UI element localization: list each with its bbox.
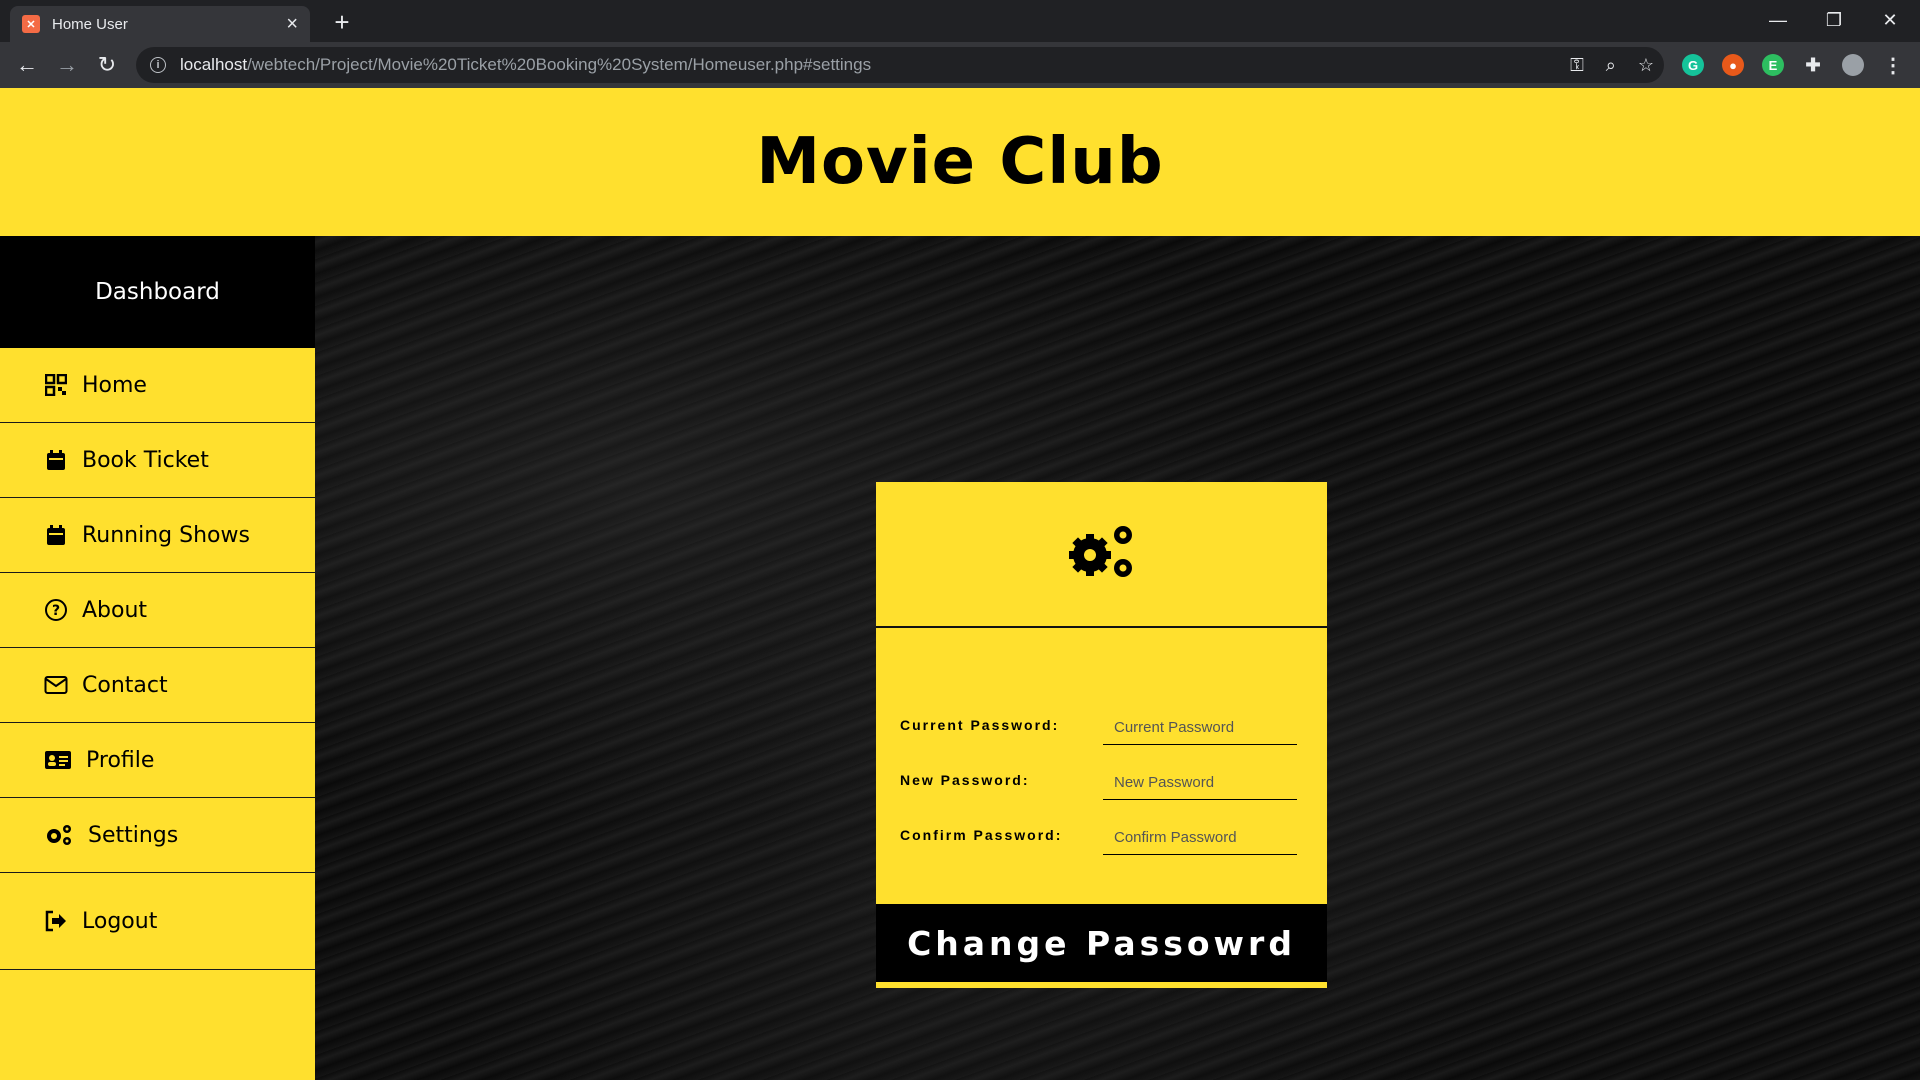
sidebar-item-label: About [82, 597, 148, 623]
current-password-row: Current Password: [900, 690, 1299, 745]
reload-icon[interactable]: ↻ [92, 50, 122, 80]
puzzle-icon[interactable]: ✚ [1802, 54, 1824, 76]
url-path: /webtech/Project/Movie%20Ticket%20Bookin… [247, 55, 872, 74]
sidebar-item-label: Book Ticket [82, 447, 209, 473]
new-tab-icon[interactable]: + [326, 6, 358, 38]
settings-card-header [876, 482, 1327, 628]
browser-tab[interactable]: ✕ Home User × [10, 6, 310, 42]
page: Movie Club Dashboard Home Book Ticket Ru… [0, 88, 1920, 1080]
calendar-icon [44, 448, 68, 472]
extension-fire-icon[interactable]: ● [1722, 54, 1744, 76]
restore-icon[interactable]: ❐ [1806, 0, 1862, 40]
info-icon[interactable]: i [150, 57, 166, 73]
sidebar-item-about[interactable]: ? About [0, 573, 315, 648]
id-card-icon [44, 748, 72, 772]
current-password-input[interactable] [1103, 711, 1297, 745]
close-window-icon[interactable]: ✕ [1862, 0, 1918, 40]
sidebar: Dashboard Home Book Ticket Running Shows… [0, 236, 315, 1080]
key-icon[interactable]: ⚿ [1570, 55, 1584, 76]
site-header: Movie Club [0, 88, 1920, 236]
browser-tab-bar: ✕ Home User × + — ❐ ✕ [0, 0, 1920, 42]
evernote-icon[interactable]: E [1762, 54, 1784, 76]
sidebar-item-logout[interactable]: Logout [0, 873, 315, 970]
xampp-favicon-icon: ✕ [22, 15, 40, 33]
change-password-form: Current Password: New Password: Confirm … [876, 628, 1327, 855]
url-host: localhost [180, 55, 248, 74]
new-password-label: New Password: [900, 772, 1030, 788]
calendar-icon [44, 523, 68, 547]
omnibox-actions: ⚿ ⌕ ☆ [1570, 47, 1654, 83]
site-title: Movie Club [756, 125, 1164, 199]
cogs-icon [44, 823, 74, 847]
browser-toolbar: ← → ↻ i localhost/webtech/Project/Movie%… [0, 42, 1920, 88]
sidebar-item-label: Settings [88, 822, 179, 848]
dashboard-heading: Dashboard [0, 236, 315, 348]
envelope-icon [44, 673, 68, 697]
sidebar-item-label: Profile [86, 747, 155, 773]
sidebar-item-label: Running Shows [82, 522, 250, 548]
tab-close-icon[interactable]: × [286, 13, 298, 36]
sign-out-icon [44, 909, 68, 933]
address-bar[interactable]: i localhost/webtech/Project/Movie%20Tick… [136, 47, 1664, 83]
main-content: Current Password: New Password: Confirm … [315, 236, 1920, 1080]
star-icon[interactable]: ☆ [1638, 55, 1654, 76]
question-circle-icon: ? [44, 598, 68, 622]
minimize-icon[interactable]: — [1750, 0, 1806, 40]
tab-title: Home User [52, 15, 128, 33]
sidebar-item-home[interactable]: Home [0, 348, 315, 423]
grammarly-icon[interactable]: G [1682, 54, 1704, 76]
sidebar-item-contact[interactable]: Contact [0, 648, 315, 723]
sidebar-item-book-ticket[interactable]: Book Ticket [0, 423, 315, 498]
zoom-icon[interactable]: ⌕ [1606, 55, 1616, 76]
sidebar-item-label: Logout [82, 908, 158, 934]
current-password-label: Current Password: [900, 717, 1060, 733]
sidebar-item-label: Home [82, 372, 147, 398]
sidebar-item-settings[interactable]: Settings [0, 798, 315, 873]
forward-icon[interactable]: → [52, 50, 82, 80]
cogs-icon [1066, 523, 1138, 586]
new-password-input[interactable] [1103, 766, 1297, 800]
confirm-password-row: Confirm Password: [900, 800, 1299, 855]
avatar[interactable] [1842, 54, 1864, 76]
confirm-password-label: Confirm Password: [900, 827, 1063, 843]
svg-text:?: ? [52, 603, 60, 619]
change-password-button[interactable]: Change Passowrd [876, 904, 1327, 982]
confirm-password-input[interactable] [1103, 821, 1297, 855]
sidebar-item-label: Contact [82, 672, 168, 698]
sidebar-item-profile[interactable]: Profile [0, 723, 315, 798]
sidebar-item-running-shows[interactable]: Running Shows [0, 498, 315, 573]
new-password-row: New Password: [900, 745, 1299, 800]
back-icon[interactable]: ← [12, 50, 42, 80]
settings-card: Current Password: New Password: Confirm … [876, 482, 1327, 988]
menu-dots-icon[interactable]: ⋮ [1882, 54, 1904, 77]
grid-icon [44, 373, 68, 397]
